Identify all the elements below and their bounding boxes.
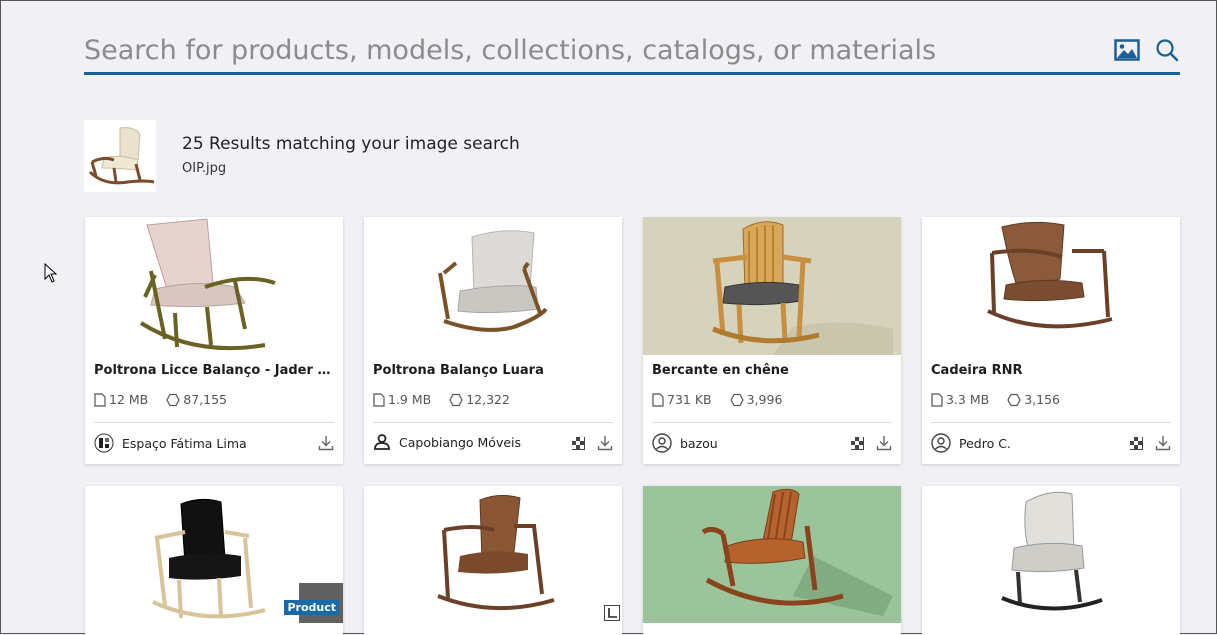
product-badge: Product (284, 583, 343, 623)
file-size: 731 KB (652, 392, 712, 407)
divider (94, 422, 334, 423)
result-card[interactable]: Cadeira RNR 3.3 MB 3,156 Pedro C. (922, 217, 1180, 464)
results-heading: 25 Results matching your image search (182, 134, 520, 154)
file-size: 12 MB (94, 392, 148, 407)
divider (931, 422, 1171, 423)
hexagon-icon (166, 393, 180, 406)
query-filename: OIP.jpg (182, 161, 227, 176)
result-thumbnail (364, 217, 622, 355)
polygon-count: 87,155 (166, 392, 227, 407)
author-link[interactable]: Capobiango Móveis (373, 433, 521, 451)
divider (373, 422, 613, 423)
user-circle-icon (652, 433, 672, 453)
author-logo-icon (94, 433, 114, 453)
polygon-count: 3,156 (1007, 392, 1060, 407)
file-icon (931, 392, 943, 407)
polygon-count-value: 3,996 (746, 392, 783, 407)
download-icon[interactable] (597, 435, 613, 456)
product-badge-label: Product (284, 600, 339, 615)
file-size-value: 12 MB (109, 392, 149, 407)
download-icon[interactable] (1155, 435, 1171, 456)
divider (652, 422, 892, 423)
author-name: bazou (680, 435, 718, 451)
author-link[interactable]: Espaço Fátima Lima (94, 433, 247, 453)
result-card[interactable] (643, 486, 901, 635)
result-card[interactable] (364, 486, 622, 635)
card-actions (572, 435, 613, 456)
search-actions (1114, 37, 1180, 63)
result-thumbnail (643, 486, 901, 623)
card-actions (851, 435, 892, 456)
result-title: Cadeira RNR (931, 363, 1023, 378)
result-title: Bercante en chêne (652, 363, 789, 378)
file-icon (94, 392, 106, 407)
polygon-count: 12,322 (449, 392, 510, 407)
result-meta: 3.3 MB 3,156 (931, 392, 1060, 407)
polygon-count-value: 3,156 (1024, 392, 1061, 407)
card-actions (1130, 435, 1171, 456)
hexagon-icon (449, 393, 463, 406)
user-icon (374, 434, 390, 450)
file-size-value: 1.9 MB (388, 392, 432, 407)
result-card[interactable]: Bercante en chêne 731 KB 3,996 bazou (643, 217, 901, 464)
hexagon-icon (1007, 393, 1021, 406)
corner-icon (604, 605, 620, 621)
result-meta: 1.9 MB 12,322 (373, 392, 510, 407)
result-thumbnail (922, 217, 1180, 355)
user-circle-icon (931, 433, 951, 453)
result-thumbnail (85, 217, 343, 355)
checker-icon[interactable] (572, 436, 585, 455)
author-name: Pedro C. (959, 435, 1011, 451)
result-card[interactable]: Product (85, 486, 343, 635)
hexagon-icon (729, 393, 744, 406)
result-thumbnail (643, 217, 901, 355)
image-search-icon[interactable] (1114, 37, 1140, 63)
result-thumbnail: Product (85, 486, 343, 623)
checker-icon[interactable] (851, 436, 864, 455)
search-input[interactable] (84, 29, 1094, 71)
file-size-value: 731 KB (667, 392, 712, 407)
result-meta: 731 KB 3,996 (652, 392, 782, 407)
result-thumbnail (364, 486, 622, 623)
result-meta: 12 MB 87,155 (94, 392, 227, 407)
polygon-count-value: 87,155 (183, 392, 227, 407)
polygon-count-value: 12,322 (466, 392, 510, 407)
search-icon[interactable] (1154, 37, 1180, 63)
result-title: Poltrona Balanço Luara (373, 363, 544, 378)
download-icon[interactable] (318, 435, 334, 456)
file-size-value: 3.3 MB (946, 392, 990, 407)
polygon-count: 3,996 (729, 392, 783, 407)
author-name: Capobiango Móveis (399, 434, 522, 450)
result-thumbnail (922, 486, 1180, 623)
author-name: Espaço Fátima Lima (122, 435, 247, 451)
file-icon (652, 392, 664, 407)
result-title: Poltrona Licce Balanço - Jader Almei... (94, 363, 334, 378)
download-icon[interactable] (876, 435, 892, 456)
card-actions (318, 435, 334, 456)
result-card[interactable]: Poltrona Balanço Luara 1.9 MB 12,322 Cap… (364, 217, 622, 464)
mouse-cursor-icon (44, 262, 58, 288)
file-icon (373, 392, 385, 407)
file-size: 1.9 MB (373, 392, 431, 407)
author-link[interactable]: bazou (652, 433, 718, 453)
checker-icon[interactable] (1130, 436, 1143, 455)
query-image-thumbnail (84, 120, 156, 192)
result-card[interactable] (922, 486, 1180, 635)
result-card[interactable]: Poltrona Licce Balanço - Jader Almei... … (85, 217, 343, 464)
search-bar (84, 29, 1180, 75)
file-size: 3.3 MB (931, 392, 989, 407)
author-link[interactable]: Pedro C. (931, 433, 1011, 453)
